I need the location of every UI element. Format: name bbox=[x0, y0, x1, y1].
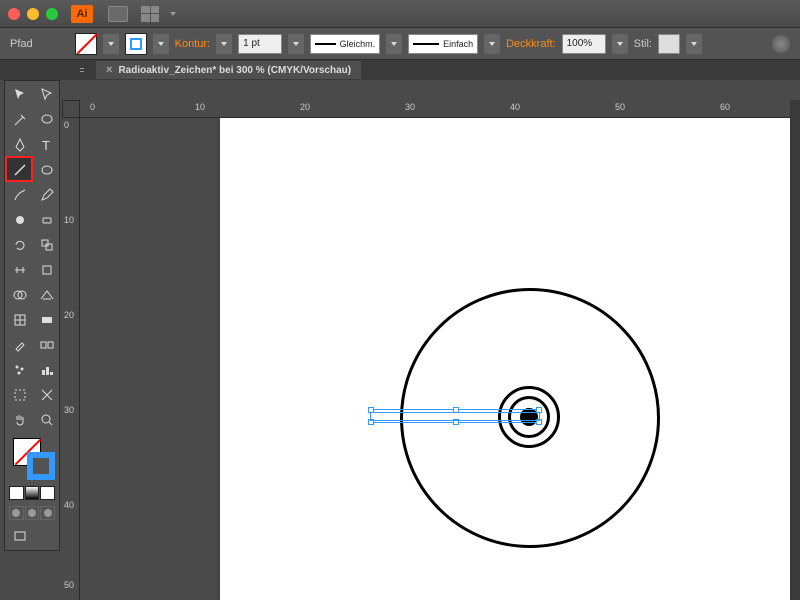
shape-builder-tool[interactable] bbox=[7, 283, 33, 307]
paintbrush-tool[interactable] bbox=[7, 183, 33, 207]
document-tab[interactable]: × Radioaktiv_Zeichen* bei 300 % (CMYK/Vo… bbox=[96, 61, 361, 79]
free-transform-tool[interactable] bbox=[34, 258, 60, 282]
stroke-weight-input[interactable]: 1 pt bbox=[238, 34, 282, 54]
zoom-tool[interactable] bbox=[34, 408, 60, 432]
stroke-weight-stepper[interactable] bbox=[216, 34, 232, 54]
horizontal-ruler[interactable]: 0 10 20 30 40 50 60 bbox=[80, 100, 800, 118]
stil-label: Stil: bbox=[634, 38, 652, 50]
blob-brush-tool[interactable] bbox=[7, 208, 33, 232]
draw-normal[interactable] bbox=[9, 506, 24, 520]
stroke-color-swatch[interactable] bbox=[27, 452, 55, 480]
profile2-dropdown[interactable] bbox=[484, 34, 500, 54]
options-bar: Pfad Kontur: 1 pt Gleichm. Einfach Deckk… bbox=[0, 28, 800, 60]
kontur-label: Kontur: bbox=[175, 38, 210, 50]
lasso-tool[interactable] bbox=[34, 108, 60, 132]
opacity-label: Deckkraft: bbox=[506, 38, 556, 50]
object-type-label: Pfad bbox=[10, 38, 33, 50]
artboard-tool[interactable] bbox=[7, 383, 33, 407]
collapsed-panels[interactable] bbox=[790, 100, 800, 600]
title-bar: Ai bbox=[0, 0, 800, 28]
graphic-style-swatch[interactable] bbox=[658, 34, 680, 54]
document-tab-title: Radioaktiv_Zeichen* bei 300 % (CMYK/Vors… bbox=[118, 65, 351, 76]
style-dropdown[interactable] bbox=[686, 34, 702, 54]
line-segment-tool[interactable] bbox=[7, 158, 33, 182]
svg-text:T: T bbox=[42, 138, 50, 153]
panel-grip-icon[interactable] bbox=[80, 68, 90, 72]
selection-tool[interactable] bbox=[7, 83, 33, 107]
color-mode-none[interactable] bbox=[40, 486, 55, 500]
app-badge: Ai bbox=[71, 5, 93, 23]
pen-tool[interactable] bbox=[7, 133, 33, 157]
screen-mode-button[interactable] bbox=[7, 524, 33, 548]
window-minimize-button[interactable] bbox=[27, 8, 39, 20]
slice-tool[interactable] bbox=[34, 383, 60, 407]
scale-tool[interactable] bbox=[34, 233, 60, 257]
artboard[interactable]: Abbildung: 16 bbox=[220, 118, 800, 600]
opacity-dropdown[interactable] bbox=[612, 34, 628, 54]
type-tool[interactable]: T bbox=[34, 133, 60, 157]
vertical-ruler[interactable]: 0 10 20 30 40 50 bbox=[62, 100, 80, 600]
magic-wand-tool[interactable] bbox=[7, 108, 33, 132]
variable-width-profile[interactable]: Gleichm. bbox=[310, 34, 380, 54]
canvas-area[interactable]: Abbildung: 16 bbox=[80, 118, 800, 600]
draw-mode-row bbox=[7, 504, 57, 522]
symbol-sprayer-tool[interactable] bbox=[7, 358, 33, 382]
tools-panel: T bbox=[4, 80, 60, 551]
line-path-1[interactable] bbox=[370, 412, 540, 413]
blend-tool[interactable] bbox=[34, 333, 60, 357]
stroke-swatch[interactable] bbox=[125, 33, 147, 55]
pencil-tool[interactable] bbox=[34, 183, 60, 207]
fill-stroke-control[interactable] bbox=[7, 436, 57, 482]
document-setup-icon[interactable] bbox=[772, 35, 790, 53]
ellipse-tool[interactable] bbox=[34, 158, 60, 182]
ruler-origin[interactable] bbox=[62, 100, 80, 118]
color-mode-row bbox=[7, 484, 57, 502]
brush-definition[interactable]: Einfach bbox=[408, 34, 478, 54]
eraser-tool[interactable] bbox=[34, 208, 60, 232]
width-tool[interactable] bbox=[7, 258, 33, 282]
hand-tool[interactable] bbox=[7, 408, 33, 432]
document-tab-bar: × Radioaktiv_Zeichen* bei 300 % (CMYK/Vo… bbox=[0, 60, 800, 80]
window-close-button[interactable] bbox=[8, 8, 20, 20]
fill-swatch[interactable] bbox=[75, 33, 97, 55]
stroke-dropdown[interactable] bbox=[153, 34, 169, 54]
dropdown-arrow-icon[interactable] bbox=[170, 12, 176, 16]
mesh-tool[interactable] bbox=[7, 308, 33, 332]
eyedropper-tool[interactable] bbox=[7, 333, 33, 357]
draw-behind[interactable] bbox=[25, 506, 40, 520]
line-path-2[interactable] bbox=[370, 420, 540, 421]
close-tab-icon[interactable]: × bbox=[106, 64, 112, 76]
perspective-grid-tool[interactable] bbox=[34, 283, 60, 307]
selected-line-paths[interactable] bbox=[370, 409, 540, 425]
draw-inside[interactable] bbox=[40, 506, 55, 520]
rotate-tool[interactable] bbox=[7, 233, 33, 257]
window-maximize-button[interactable] bbox=[46, 8, 58, 20]
stroke-weight-dropdown[interactable] bbox=[288, 34, 304, 54]
gradient-tool[interactable] bbox=[34, 308, 60, 332]
opacity-input[interactable]: 100% bbox=[562, 34, 606, 54]
bridge-icon[interactable] bbox=[108, 6, 128, 22]
color-mode-solid[interactable] bbox=[9, 486, 24, 500]
direct-selection-tool[interactable] bbox=[34, 83, 60, 107]
fill-dropdown[interactable] bbox=[103, 34, 119, 54]
arrange-documents-icon[interactable] bbox=[141, 6, 159, 22]
empty-slot bbox=[34, 524, 60, 548]
column-graph-tool[interactable] bbox=[34, 358, 60, 382]
profile1-dropdown[interactable] bbox=[386, 34, 402, 54]
color-mode-gradient[interactable] bbox=[25, 486, 40, 500]
